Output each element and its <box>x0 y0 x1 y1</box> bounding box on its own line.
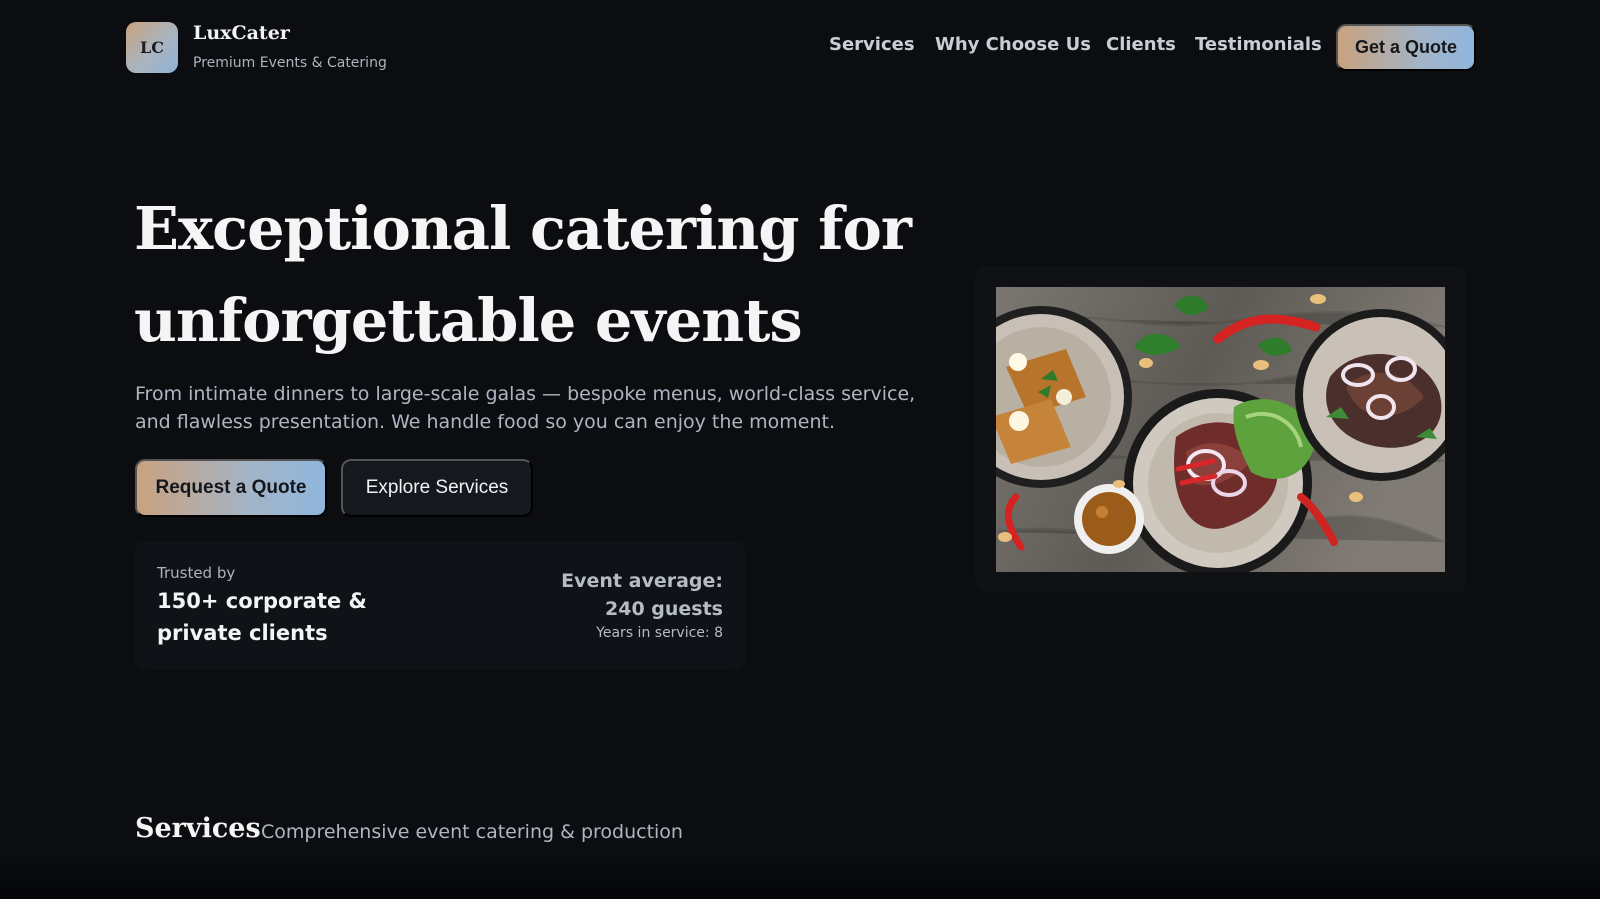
nav-link-services[interactable]: Services <box>829 34 915 55</box>
hero-subtitle: From intimate dinners to large-scale gal… <box>135 383 916 433</box>
nav-link-why-choose-us[interactable]: Why Choose Us <box>935 34 1091 55</box>
get-quote-button[interactable]: Get a Quote <box>1336 24 1476 71</box>
food-platter-image <box>996 287 1445 572</box>
hero-image-card <box>975 266 1467 593</box>
nav-link-testimonials[interactable]: Testimonials <box>1195 34 1322 55</box>
section-bottom-fade <box>0 862 1600 899</box>
services-subtitle: Comprehensive event catering & productio… <box>261 821 683 843</box>
brand-tagline: Premium Events & Catering <box>193 55 387 71</box>
trusted-value: 150+ corporate & private clients <box>157 589 367 645</box>
trusted-label: Trusted by <box>157 564 236 582</box>
hero-title: Exceptional catering for unforgettable e… <box>134 194 912 355</box>
explore-services-button[interactable]: Explore Services <box>341 459 533 517</box>
site-header: LC LuxCater Premium Events & Catering Se… <box>0 0 1600 96</box>
nav-link-clients[interactable]: Clients <box>1106 34 1176 55</box>
logo-badge[interactable]: LC <box>126 22 178 73</box>
services-title: Services <box>135 813 261 844</box>
request-quote-button[interactable]: Request a Quote <box>135 459 327 517</box>
stats-card: Trusted by 150+ corporate & private clie… <box>134 541 746 669</box>
years-in-service: Years in service: 8 <box>596 625 723 641</box>
food-platter-illustration <box>996 287 1445 572</box>
event-average: Event average: 240 guests <box>561 570 723 620</box>
brand-name[interactable]: LuxCater <box>193 22 290 44</box>
